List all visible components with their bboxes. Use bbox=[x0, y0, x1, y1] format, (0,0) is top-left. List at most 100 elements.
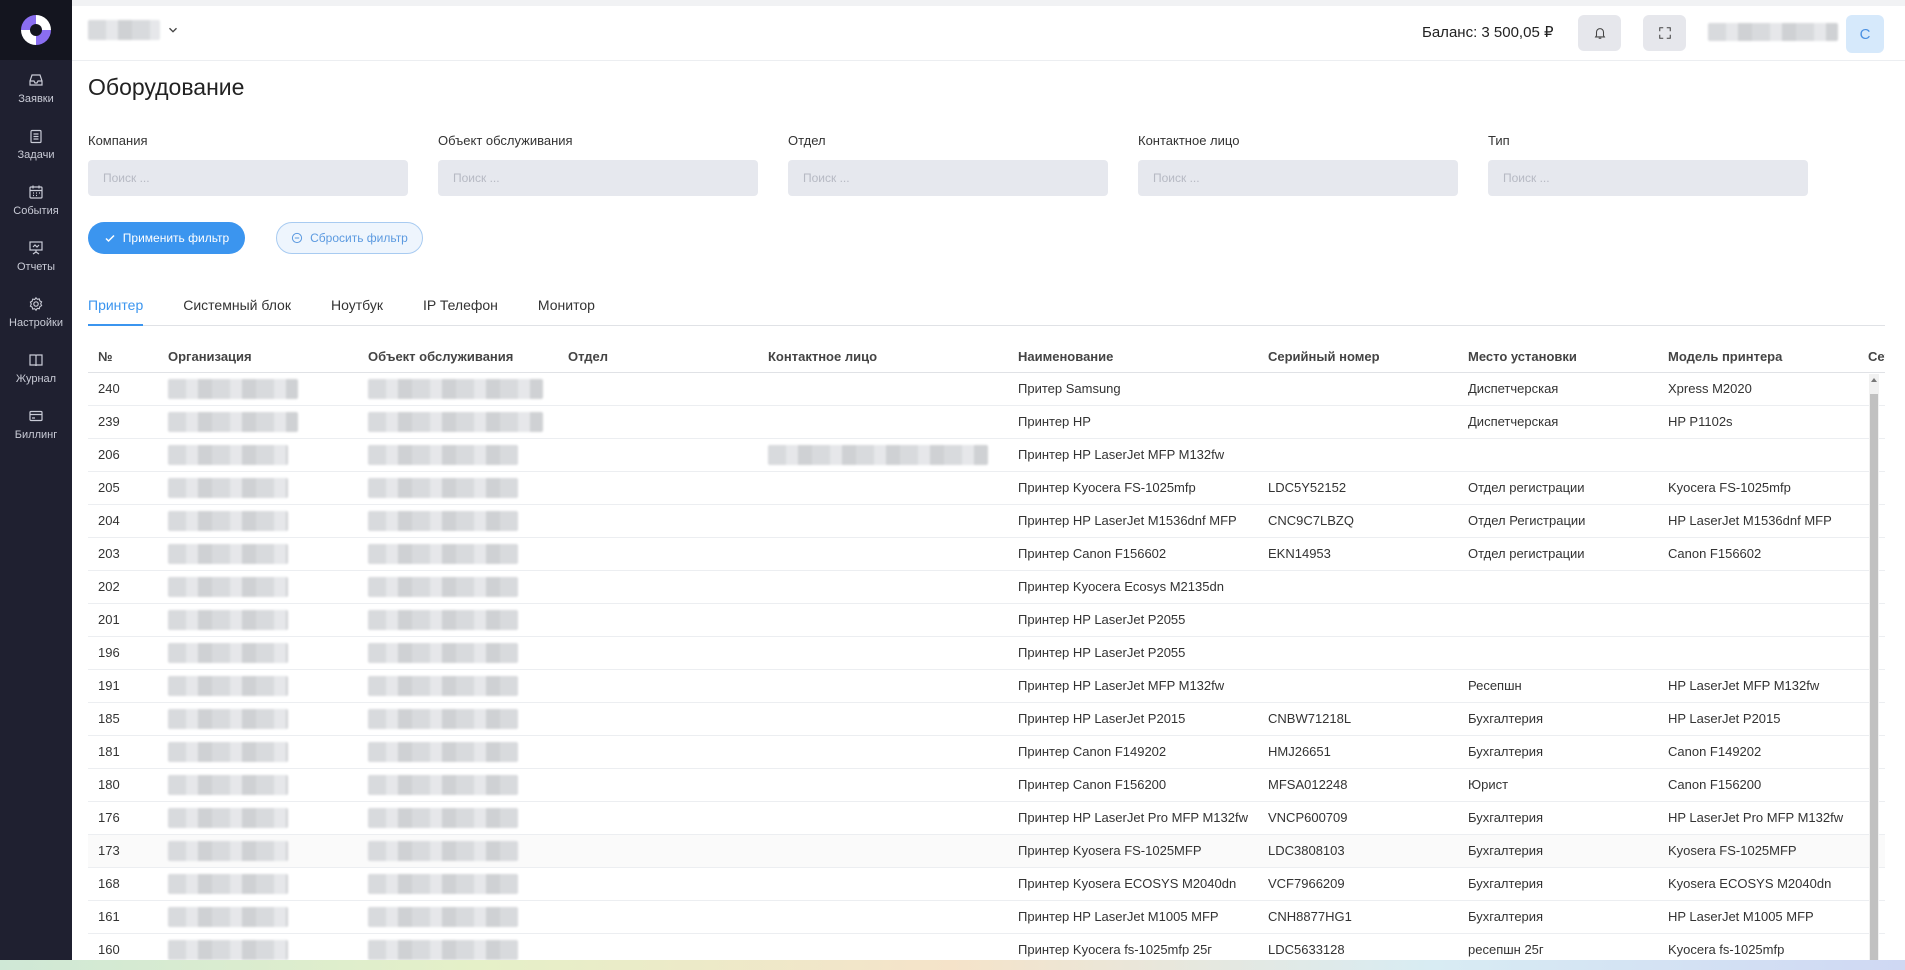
sidebar-item-label: Настройки bbox=[9, 316, 63, 329]
filter-department: Отдел bbox=[788, 133, 1108, 196]
logo-area[interactable] bbox=[0, 0, 72, 60]
redacted-text bbox=[368, 609, 518, 630]
contact-search-input[interactable] bbox=[1138, 160, 1458, 196]
sidebar-item-presentation[interactable]: Отчеты bbox=[0, 228, 72, 284]
fullscreen-button[interactable] bbox=[1643, 15, 1686, 51]
table-cell bbox=[1458, 570, 1658, 604]
column-header[interactable]: № bbox=[88, 341, 158, 373]
table-row[interactable]: 203 Принтер Canon F156602 EKN14953 Отдел ре… bbox=[88, 537, 1885, 571]
table-cell bbox=[1658, 438, 1858, 472]
table-row[interactable]: 204 Принтер HP LaserJet M1536dnf MFP CNC9C… bbox=[88, 504, 1885, 538]
tab-printer[interactable]: Принтер bbox=[88, 294, 144, 326]
user-name-redacted[interactable] bbox=[1708, 23, 1838, 41]
sidebar-item-gear[interactable]: Настройки bbox=[0, 284, 72, 340]
chevron-down-icon[interactable] bbox=[166, 23, 180, 37]
apply-filter-button[interactable]: Применить фильтр bbox=[88, 222, 245, 254]
reset-filter-label: Сбросить фильтр bbox=[310, 231, 408, 245]
table-cell bbox=[358, 702, 558, 736]
table-cell: 168 bbox=[88, 867, 158, 901]
table-cell bbox=[158, 801, 358, 835]
table-cell: HP LaserJet Pro MFP M132fw bbox=[1658, 801, 1858, 835]
sidebar-item-label: Биллинг bbox=[14, 428, 58, 441]
table-cell bbox=[1258, 438, 1458, 472]
table-cell bbox=[358, 636, 558, 670]
column-header[interactable]: Модель принтера bbox=[1658, 341, 1858, 373]
table-cell: Отдел регистрации bbox=[1458, 471, 1658, 505]
sidebar-item-credit-card[interactable]: Биллинг bbox=[0, 396, 72, 452]
redacted-text bbox=[168, 708, 288, 729]
table-row[interactable]: 181 Принтер Canon F149202 HMJ26651 Бухгалте… bbox=[88, 735, 1885, 769]
table-cell bbox=[158, 405, 358, 439]
redacted-text bbox=[168, 543, 288, 564]
type-search-input[interactable] bbox=[1488, 160, 1808, 196]
table-row[interactable]: 161 Принтер HP LaserJet M1005 MFP CNH8877H… bbox=[88, 900, 1885, 934]
column-header[interactable]: Отдел bbox=[558, 341, 758, 373]
department-search-input[interactable] bbox=[788, 160, 1108, 196]
table-row[interactable]: 202 Принтер Kyocera Ecosys M2135dn bbox=[88, 570, 1885, 604]
table-row[interactable]: 168 Принтер Kyosera ECOSYS M2040dn VCF7966… bbox=[88, 867, 1885, 901]
column-header[interactable]: Серийный номер bbox=[1258, 341, 1458, 373]
table-cell: HP LaserJet M1536dnf MFP bbox=[1658, 504, 1858, 538]
table-cell: HP LaserJet MFP M132fw bbox=[1658, 669, 1858, 703]
table-scrollbar[interactable] bbox=[1869, 374, 1879, 966]
table-cell bbox=[358, 405, 558, 439]
desktop-taskbar-strip bbox=[0, 960, 1905, 970]
table-row[interactable]: 206 Принтер HP LaserJet MFP M132fw bbox=[88, 438, 1885, 472]
table-row[interactable]: 176 Принтер HP LaserJet Pro MFP M132fw VNC… bbox=[88, 801, 1885, 835]
table-cell: 206 bbox=[88, 438, 158, 472]
table-row[interactable]: 185 Принтер HP LaserJet P2015 CNBW71218L Бу… bbox=[88, 702, 1885, 736]
page-title: Оборудование bbox=[88, 74, 245, 100]
company-search-input[interactable] bbox=[88, 160, 408, 196]
filter-label: Компания bbox=[88, 133, 148, 148]
table-row[interactable]: 180 Принтер Canon F156200 MFSA012248 Юрист C… bbox=[88, 768, 1885, 802]
redacted-text bbox=[168, 840, 288, 861]
column-header[interactable]: Организация bbox=[158, 341, 358, 373]
tab-laptop[interactable]: Ноутбук bbox=[331, 294, 383, 326]
sidebar-item-label: Задачи bbox=[17, 148, 55, 161]
scrollbar-thumb[interactable] bbox=[1870, 394, 1878, 966]
column-header[interactable]: Место установки bbox=[1458, 341, 1658, 373]
tab-system-unit[interactable]: Системный блок bbox=[183, 294, 291, 326]
reset-filter-button[interactable]: Сбросить фильтр bbox=[276, 222, 423, 254]
lifebuoy-logo-icon[interactable] bbox=[21, 15, 51, 45]
notifications-button[interactable] bbox=[1578, 15, 1621, 51]
company-selector[interactable] bbox=[88, 20, 180, 40]
table-cell bbox=[1658, 570, 1858, 604]
redacted-text bbox=[168, 807, 288, 828]
table-row[interactable]: 201 Принтер HP LaserJet P2055 bbox=[88, 603, 1885, 637]
sidebar-item-clipboard[interactable]: Задачи bbox=[0, 116, 72, 172]
table-cell: Принтер Canon F156602 bbox=[1008, 537, 1258, 571]
sidebar-item-calendar[interactable]: События bbox=[0, 172, 72, 228]
table-cell: 196 bbox=[88, 636, 158, 670]
table-cell bbox=[558, 372, 758, 406]
table-cell: HP P1102s bbox=[1658, 405, 1858, 439]
table-row[interactable]: 239 Принтер HP Диспетчерская HP P1102s bbox=[88, 405, 1885, 439]
sidebar-item-book[interactable]: Журнал bbox=[0, 340, 72, 396]
table-cell bbox=[558, 570, 758, 604]
scroll-up-arrow-icon[interactable] bbox=[1871, 378, 1877, 382]
column-header[interactable]: Контактное лицо bbox=[758, 341, 1008, 373]
table-cell: Принтер Canon F149202 bbox=[1008, 735, 1258, 769]
table-row[interactable]: 191 Принтер HP LaserJet MFP M132fw Ресепшн… bbox=[88, 669, 1885, 703]
table-row[interactable]: 196 Принтер HP LaserJet P2055 bbox=[88, 636, 1885, 670]
filters-row: Компания Объект обслуживания Отдел Конта… bbox=[88, 133, 1808, 196]
column-header[interactable]: Сете bbox=[1858, 341, 1885, 373]
table-row[interactable]: 205 Принтер Kyocera FS-1025mfp LDC5Y52152 О… bbox=[88, 471, 1885, 505]
table-cell: Canon F156602 bbox=[1658, 537, 1858, 571]
redacted-text bbox=[368, 774, 518, 795]
table-cell bbox=[1658, 603, 1858, 637]
table-header-row: № Организация Объект обслуживания Отдел Конт… bbox=[88, 341, 1885, 373]
table-cell bbox=[158, 471, 358, 505]
sidebar-item-inbox[interactable]: Заявки bbox=[0, 60, 72, 116]
table-row[interactable]: 240 Притер Samsung Диспетчерская Xpress M20… bbox=[88, 372, 1885, 406]
tab-ip-phone[interactable]: IP Телефон bbox=[423, 294, 498, 326]
table-cell bbox=[1458, 438, 1658, 472]
column-header[interactable]: Наименование bbox=[1008, 341, 1258, 373]
tab-monitor[interactable]: Монитор bbox=[538, 294, 595, 326]
table-cell bbox=[1458, 636, 1658, 670]
column-header[interactable]: Объект обслуживания bbox=[358, 341, 558, 373]
table-cell: 239 bbox=[88, 405, 158, 439]
service-object-search-input[interactable] bbox=[438, 160, 758, 196]
table-row[interactable]: 173 Принтер Kyosera FS-1025MFP LDC3808103 Б… bbox=[88, 834, 1885, 868]
avatar[interactable]: C bbox=[1846, 15, 1884, 53]
